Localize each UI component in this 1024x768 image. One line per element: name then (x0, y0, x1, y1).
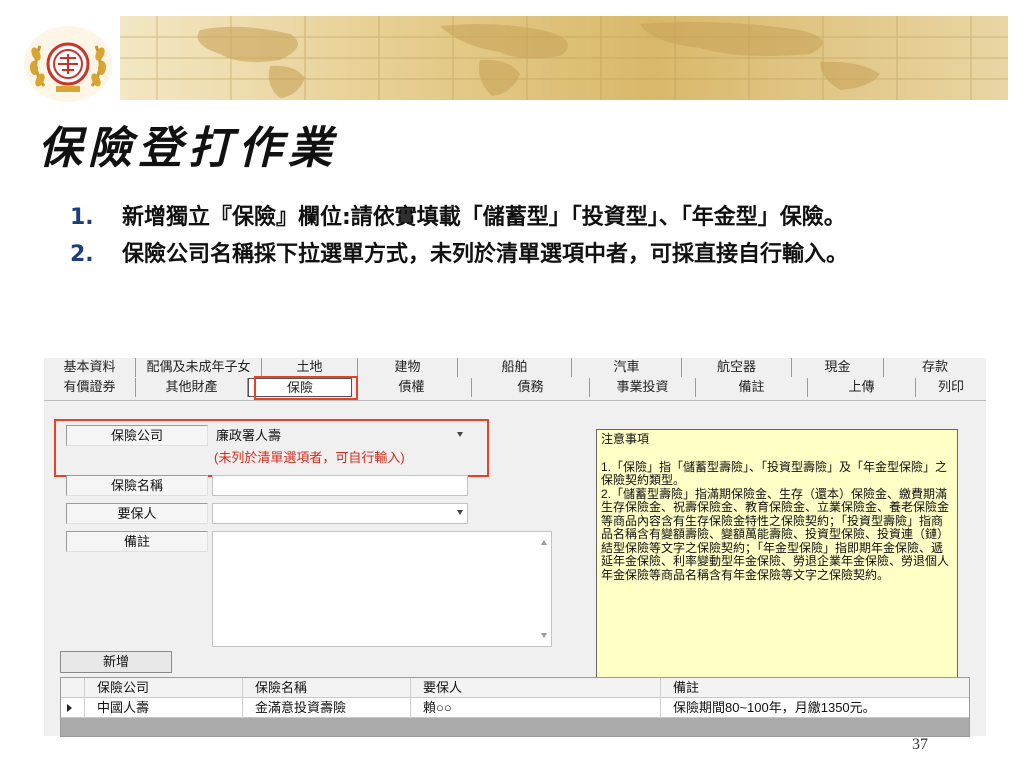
page-number: 37 (912, 736, 928, 753)
slide-title: 保險登打作業 (38, 123, 338, 174)
policy-name-input[interactable] (212, 475, 468, 496)
judicial-yuan-emblem-icon (20, 24, 120, 104)
tab-remarks[interactable]: 備註 (696, 378, 808, 397)
tab-print[interactable]: 列印 (916, 378, 986, 397)
notice-box: 注意事項 1.「保險」指「儲蓄型壽險」、「投資型壽險」及「年金型保險」之保險契約… (596, 429, 958, 681)
policy-name-label: 保險名稱 (66, 475, 208, 496)
bullet-number: 1. (70, 205, 94, 230)
tab-basic-info[interactable]: 基本資料 (44, 358, 136, 377)
notes-label: 備註 (66, 531, 208, 552)
slide-banner (0, 10, 1008, 102)
row-pointer-icon (67, 704, 72, 712)
header-cell[interactable]: 要保人 (411, 678, 661, 698)
tab-securities[interactable]: 有價證券 (44, 378, 136, 397)
notes-textarea[interactable] (212, 531, 552, 647)
bullet-text: 保險公司名稱採下拉選單方式，未列於清單選項中者，可採直接自行輸入。 (122, 242, 849, 267)
notice-item-2: 2.「儲蓄型壽險」指滿期保險金、生存（還本）保險金、繳費期滿生存保險金、祝壽保險… (601, 486, 950, 582)
tab-bar-row-2: 有價證券 其他財產 保險 債權 債務 事業投資 備註 上傳 列印 (44, 378, 986, 397)
tab-other-property[interactable]: 其他財產 (136, 378, 248, 397)
asset-declaration-app: 基本資料 配偶及未成年子女 土地 建物 船舶 汽車 航空器 現金 存款 有價證券… (44, 358, 986, 737)
tab-deposits[interactable]: 存款 (884, 358, 986, 377)
tab-debts[interactable]: 債務 (472, 378, 590, 397)
company-highlight-box (54, 419, 489, 477)
tab-aircraft[interactable]: 航空器 (682, 358, 792, 377)
chevron-down-icon[interactable] (457, 510, 463, 515)
tab-upload[interactable]: 上傳 (808, 378, 916, 397)
tab-vehicles[interactable]: 汽車 (572, 358, 682, 377)
bullet-number: 2. (70, 242, 94, 267)
add-button[interactable]: 新增 (60, 651, 172, 673)
tab-buildings[interactable]: 建物 (358, 358, 458, 377)
tab-ships[interactable]: 船舶 (458, 358, 572, 377)
scroll-up-icon[interactable] (541, 540, 547, 545)
table-header: 保險公司 保險名稱 要保人 備註 (61, 678, 969, 698)
tab-claims[interactable]: 債權 (352, 378, 472, 397)
notice-item-1: 1.「保險」指「儲蓄型壽險」、「投資型壽險」及「年金型保險」之保險契約類型。 (601, 459, 948, 487)
tab-bar-row-1: 基本資料 配偶及未成年子女 土地 建物 船舶 汽車 航空器 現金 存款 (44, 358, 986, 377)
header-cell[interactable]: 備註 (661, 678, 969, 698)
header-cell[interactable]: 保險名稱 (243, 678, 411, 698)
table-row[interactable]: 中國人壽 金滿意投資壽險 賴○○ 保險期間80~100年，月繳1350元。 (61, 698, 969, 718)
map-grid-icon (120, 16, 1008, 100)
header-cell (61, 678, 85, 698)
scroll-down-icon[interactable] (541, 633, 547, 638)
row-selector[interactable] (61, 698, 85, 718)
world-map-decoration (120, 16, 1008, 100)
table-cell[interactable]: 金滿意投資壽險 (243, 698, 411, 718)
active-tab-highlight (254, 376, 358, 400)
list-item: 2. 保險公司名稱採下拉選單方式，未列於清單選項中者，可採直接自行輸入。 (70, 237, 1000, 272)
notice-title: 注意事項 (601, 432, 650, 446)
header-cell[interactable]: 保險公司 (85, 678, 243, 698)
instruction-list: 1. 新增獨立『保險』欄位:請依實填載「儲蓄型」「投資型」、「年金型」保險。 2… (70, 200, 1000, 274)
insurance-panel: 保險公司 廉政署人壽 (未列於清單選項者，可自行輸入) 保險名稱 要保人 備註 … (44, 400, 986, 737)
tab-land[interactable]: 土地 (262, 358, 358, 377)
bullet-text: 新增獨立『保險』欄位:請依實填載「儲蓄型」「投資型」、「年金型」保險。 (122, 205, 846, 230)
tab-cash[interactable]: 現金 (792, 358, 884, 377)
tab-business-investment[interactable]: 事業投資 (590, 378, 696, 397)
insurance-table: 保險公司 保險名稱 要保人 備註 中國人壽 金滿意投資壽險 賴○○ 保險期間80… (60, 677, 970, 737)
tab-spouse-children[interactable]: 配偶及未成年子女 (136, 358, 262, 377)
list-item: 1. 新增獨立『保險』欄位:請依實填載「儲蓄型」「投資型」、「年金型」保險。 (70, 200, 1000, 235)
insured-label: 要保人 (66, 503, 208, 524)
table-cell[interactable]: 賴○○ (411, 698, 661, 718)
table-cell[interactable]: 保險期間80~100年，月繳1350元。 (661, 698, 969, 718)
insured-select[interactable] (212, 503, 468, 524)
table-cell[interactable]: 中國人壽 (85, 698, 243, 718)
